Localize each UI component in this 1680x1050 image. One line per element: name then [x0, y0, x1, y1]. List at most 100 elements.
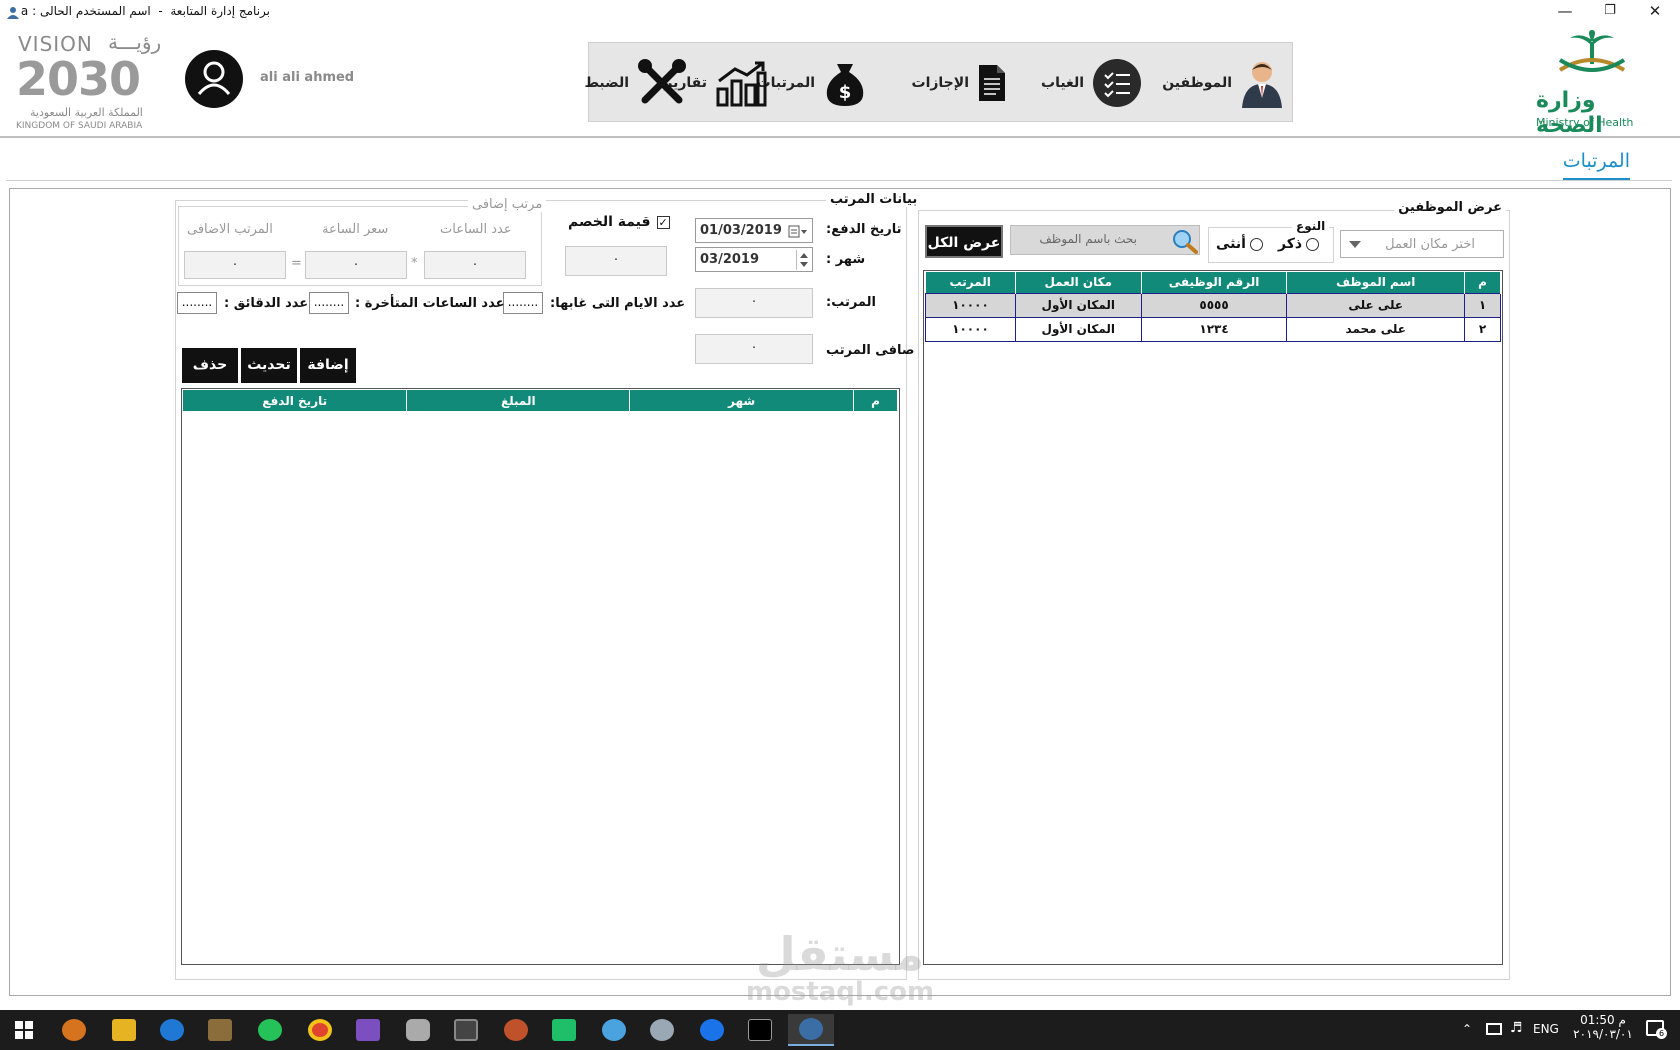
taskbar-app-teamviewer[interactable] — [692, 1014, 732, 1046]
taskbar-app-window[interactable] — [446, 1014, 486, 1046]
window-icon — [454, 1019, 478, 1041]
volume-icon[interactable]: ♬ — [1510, 1020, 1523, 1036]
col-work-place[interactable]: مكان العمل — [1015, 272, 1142, 293]
salary-label: المرتب: — [826, 295, 876, 310]
col-pay-date[interactable]: تاريخ الدفع — [183, 390, 408, 411]
close-button[interactable]: ✕ — [1633, 0, 1677, 24]
checklist-icon — [1093, 59, 1141, 107]
search-icon[interactable] — [1171, 228, 1199, 254]
gender-female-radio[interactable]: أنثى — [1216, 236, 1263, 252]
delete-button[interactable]: حذف — [182, 348, 238, 383]
table-row[interactable]: ١ على على ٥٥٥٥ المكان الأول ١٠٠٠٠ — [925, 292, 1501, 318]
table-row[interactable]: ٢ على محمد ١٢٣٤ المكان الأول ١٠٠٠٠ — [925, 316, 1501, 342]
vision-year: 2030 — [16, 52, 141, 106]
minimize-button[interactable]: — — [1543, 0, 1587, 24]
current-user-value: a — [20, 4, 29, 18]
taskbar-app-network[interactable] — [496, 1014, 536, 1046]
col-index[interactable]: م — [853, 390, 898, 411]
extra-salary-input[interactable]: ٠ — [184, 251, 286, 279]
minutes-label: عدد الدقائق : — [224, 296, 309, 311]
minutes-input[interactable]: ........ — [177, 292, 217, 314]
hour-rate-input[interactable]: ٠ — [305, 251, 407, 279]
col-employee-name[interactable]: اسم الموظف — [1286, 272, 1466, 293]
restore-button[interactable]: ❐ — [1588, 0, 1632, 24]
equals-sign: = — [291, 256, 302, 271]
absent-days-input[interactable]: ........ — [503, 292, 543, 314]
employees-table: م اسم الموظف الرقم الوظيفى مكان العمل ال… — [925, 272, 1501, 342]
toolbar-salaries[interactable]: $ المرتبات — [757, 43, 867, 123]
taskbar-app-settings[interactable] — [642, 1014, 682, 1046]
col-employee-number[interactable]: الرقم الوظيفى — [1141, 272, 1288, 293]
taskbar-app-whatsapp[interactable] — [250, 1014, 290, 1046]
show-all-button[interactable]: عرض الكل — [925, 225, 1003, 258]
toolbar-absence-label: الغياب — [1041, 75, 1084, 91]
row-salary[interactable]: ١٠٠٠٠ — [925, 292, 1016, 318]
col-month[interactable]: شهر — [629, 390, 855, 411]
title-dash: - — [158, 4, 163, 18]
taskbar-app-chrome[interactable] — [300, 1014, 340, 1046]
late-hours-label: عدد الساعات المتأخرة : — [355, 296, 505, 311]
visual-studio-icon — [356, 1019, 380, 1041]
extra-salary-label: المرتب الاضافى — [187, 222, 273, 237]
extra-salary-title: مرتب إضافى — [468, 197, 547, 212]
row-work-place[interactable]: المكان الأول — [1014, 316, 1142, 342]
row-employee-number[interactable]: ٥٥٥٥ — [1140, 292, 1288, 318]
calendar-dropdown-icon[interactable] — [788, 224, 808, 238]
avatar[interactable] — [185, 50, 243, 108]
folder-icon — [112, 1019, 136, 1041]
taskbar-app-eclipse[interactable] — [54, 1014, 94, 1046]
taskbar-app-console[interactable] — [740, 1014, 780, 1046]
col-salary[interactable]: المرتب — [925, 272, 1016, 293]
col-index[interactable]: م — [1464, 272, 1501, 293]
row-employee-name[interactable]: على على — [1286, 292, 1466, 318]
col-amount[interactable]: المبلغ — [406, 390, 631, 411]
discount-checkbox[interactable]: قيمة الخصم ✓ — [568, 214, 670, 230]
toolbar-settings[interactable]: الضبط — [584, 43, 687, 123]
row-employee-name[interactable]: على محمد — [1286, 316, 1466, 342]
toolbar-employees[interactable]: الموظفين — [1162, 43, 1284, 123]
row-employee-number[interactable]: ١٢٣٤ — [1140, 316, 1288, 342]
taskbar-app-edge[interactable] — [152, 1014, 192, 1046]
taskbar-app-explorer[interactable] — [104, 1014, 144, 1046]
toolbar-absence[interactable]: الغياب — [1041, 43, 1142, 123]
update-button[interactable]: تحديث — [241, 348, 297, 383]
clock-date: ٢٠١٩/٠٣/٠١ — [1573, 1027, 1633, 1041]
salary-input[interactable]: ٠ — [695, 288, 813, 318]
work-place-select[interactable]: اختر مكان العمل — [1340, 230, 1504, 258]
show-hidden-icons-icon[interactable]: ⌃ — [1462, 1022, 1472, 1036]
row-index[interactable]: ١ — [1464, 292, 1501, 318]
taskbar-app-database[interactable] — [398, 1014, 438, 1046]
add-button[interactable]: إضافة — [300, 348, 356, 383]
taskbar-app-visual-studio[interactable] — [348, 1014, 388, 1046]
stepper-arrows-icon[interactable] — [796, 250, 810, 270]
month-stepper[interactable]: 03/2019 — [695, 247, 813, 272]
start-button[interactable] — [4, 1014, 44, 1046]
watermark: مستقل mostaql.com — [735, 930, 945, 1006]
row-salary[interactable]: ١٠٠٠٠ — [925, 316, 1016, 342]
taskbar-app-pycharm[interactable] — [544, 1014, 584, 1046]
pay-date-picker[interactable]: 01/03/2019 — [695, 218, 813, 243]
taskbar-app-tools[interactable] — [200, 1014, 240, 1046]
employees-table-frame — [923, 270, 1503, 965]
clock[interactable]: 01:50 م ٢٠١٩/٠٣/٠١ — [1568, 1013, 1638, 1041]
taskbar-app-paint[interactable] — [594, 1014, 634, 1046]
search-input[interactable]: بحث باسم الموظف — [1010, 225, 1200, 255]
net-salary-input[interactable]: ٠ — [695, 334, 813, 364]
salary-table-header: م شهر المبلغ تاريخ الدفع — [183, 390, 898, 411]
tools-icon — [638, 59, 686, 104]
absent-days-label: عدد الايام التى غابها: — [550, 296, 686, 311]
toolbar-vacations[interactable]: الإجازات — [912, 43, 1008, 123]
ministry-arabic: وزارة الصحة — [1536, 88, 1603, 138]
gender-male-radio[interactable]: ذكر — [1278, 236, 1320, 252]
hours-input[interactable]: ٠ — [424, 251, 526, 279]
console-icon — [748, 1019, 772, 1041]
row-work-place[interactable]: المكان الأول — [1014, 292, 1142, 318]
discount-input[interactable]: ٠ — [565, 246, 667, 276]
notifications-icon[interactable]: 6 — [1646, 1020, 1667, 1039]
page-title[interactable]: المرتبات — [1562, 150, 1630, 181]
late-hours-input[interactable]: ........ — [309, 292, 349, 314]
row-index[interactable]: ٢ — [1464, 316, 1501, 342]
language-indicator[interactable]: ENG — [1533, 1022, 1559, 1036]
network-status-icon[interactable] — [1486, 1023, 1502, 1035]
taskbar-app-current[interactable] — [788, 1014, 834, 1046]
